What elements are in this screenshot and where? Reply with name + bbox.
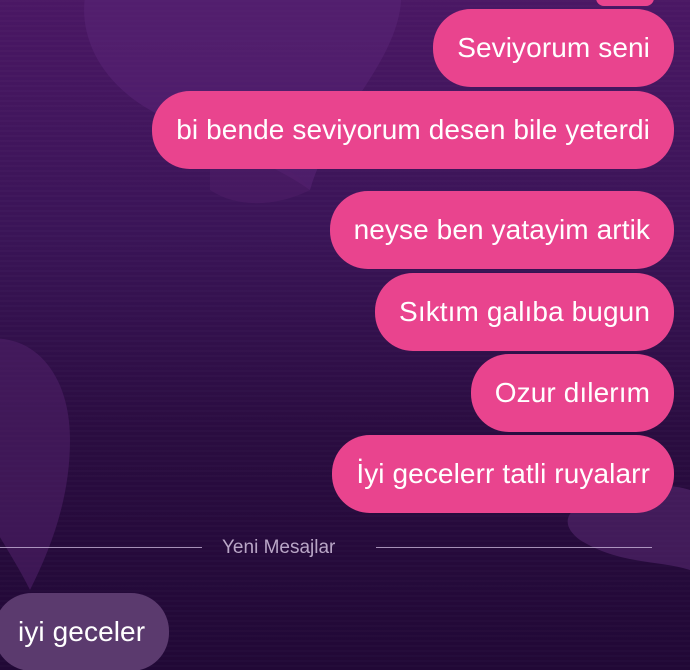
message-bubble-sent[interactable]: Seviyorum seni	[433, 9, 674, 87]
message-text: neyse ben yatayim artik	[353, 214, 650, 245]
message-text: Ozur dılerım	[494, 377, 650, 408]
message-bubble-sent[interactable]: Sıktım galıba bugun	[375, 273, 674, 351]
new-messages-label: Yeni Mesajlar	[222, 537, 336, 558]
message-bubble-sent[interactable]: bi bende seviyorum desen bile yeterdi	[152, 91, 674, 169]
new-messages-divider: Yeni Mesajlar	[0, 535, 690, 559]
message-text: Sıktım galıba bugun	[399, 296, 650, 327]
message-bubble-sent[interactable]: İyi gecelerr tatli ruyalarr	[332, 435, 674, 513]
message-text: iyi geceler	[18, 616, 146, 647]
divider-line-right	[376, 547, 652, 548]
message-bubble-sent[interactable]: neyse ben yatayim artik	[329, 191, 674, 269]
message-bubble-sent[interactable]: Ozur dılerım	[470, 354, 674, 432]
heart-decoration-left	[0, 338, 70, 590]
previous-message-bubble-edge	[596, 0, 654, 6]
divider-line-left	[0, 547, 202, 548]
message-text: İyi gecelerr tatli ruyalarr	[356, 458, 650, 489]
message-bubble-received[interactable]: iyi geceler	[0, 593, 170, 670]
message-text: bi bende seviyorum desen bile yeterdi	[176, 114, 650, 145]
chat-screen: Seviyorum seni bi bende seviyorum desen …	[0, 0, 690, 670]
message-text: Seviyorum seni	[457, 32, 650, 63]
